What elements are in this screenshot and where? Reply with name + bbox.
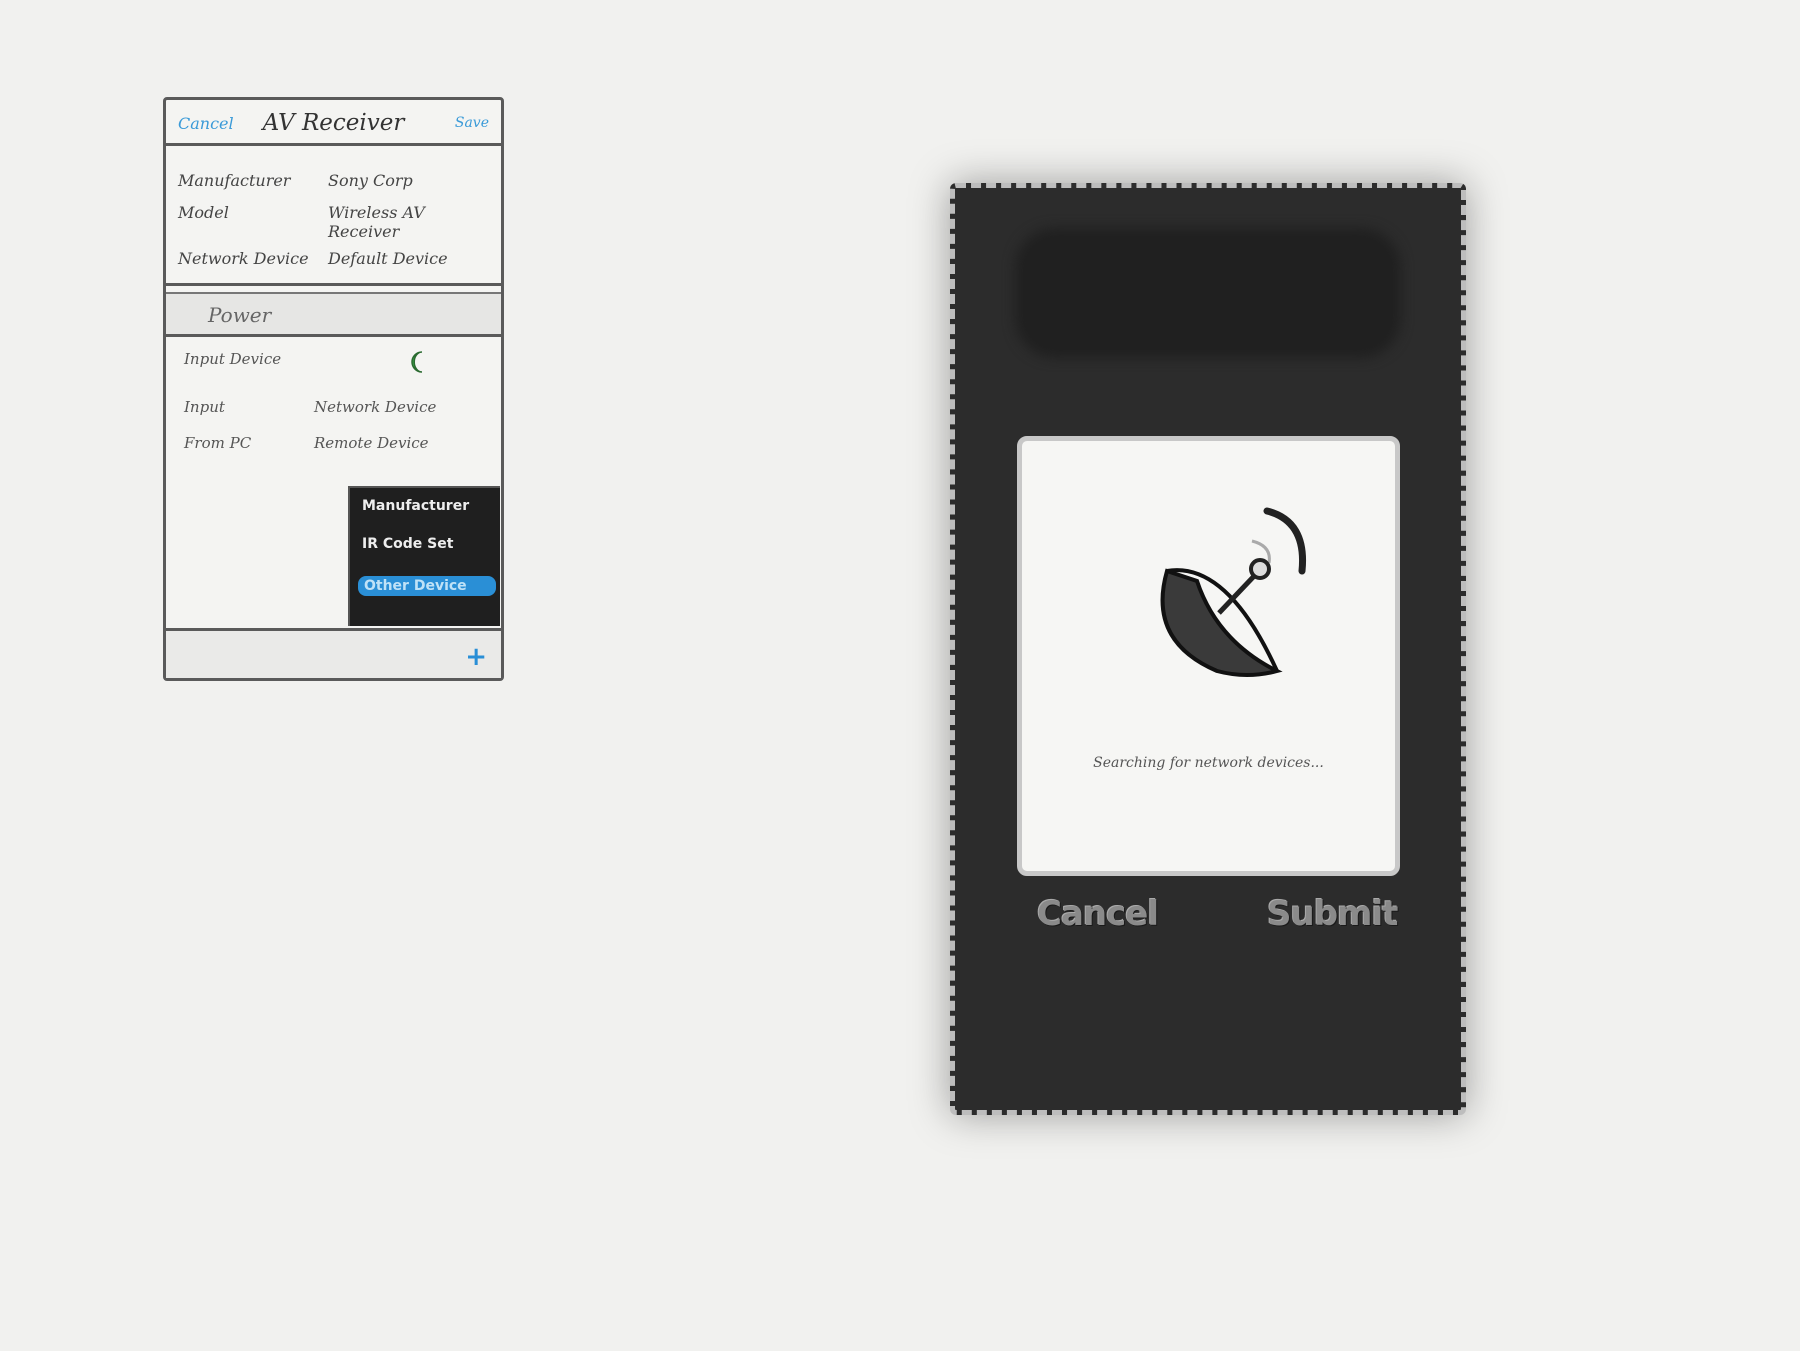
cancel-button[interactable]: Cancel <box>1037 894 1159 934</box>
plus-icon[interactable]: + <box>465 642 487 672</box>
submit-button[interactable]: Submit <box>1267 894 1398 934</box>
info-label: Network Device <box>178 249 309 268</box>
nav-title: AV Receiver <box>262 110 405 136</box>
info-label: Manufacturer <box>178 171 291 190</box>
device-type-popup: Manufacturer IR Code Set Other Device <box>348 486 500 626</box>
popup-option-other-device[interactable]: Other Device <box>358 576 496 596</box>
list-item-label: From PC <box>184 434 252 452</box>
list-item-label: Input <box>184 398 225 416</box>
popup-option-ir-code-set[interactable]: IR Code Set <box>362 536 496 552</box>
info-label: Model <box>178 203 229 222</box>
search-modal: Searching for network devices... <box>1017 436 1400 876</box>
device-info-group: Manufacturer Sony Corp Model Wireless AV… <box>166 149 501 286</box>
nav-save-button[interactable]: Save <box>455 115 489 131</box>
device-search-screen: Searching for network devices... Cancel … <box>950 183 1466 1115</box>
satellite-dish-icon <box>1160 507 1307 677</box>
av-receiver-screen: Cancel AV Receiver Save Manufacturer Son… <box>163 97 504 681</box>
list-item-label: Input Device <box>184 350 282 368</box>
list-item-value: Remote Device <box>314 434 429 452</box>
section-header-power: Power <box>166 292 501 337</box>
nav-bar: Cancel AV Receiver Save <box>166 100 501 146</box>
info-value: Sony Corp <box>328 171 413 190</box>
section-header-label: Power <box>208 303 272 327</box>
power-toggle-icon[interactable] <box>404 348 432 376</box>
info-value: Wireless AV Receiver <box>328 203 425 241</box>
status-bar-shade <box>1015 228 1401 358</box>
info-value: Default Device <box>328 249 448 268</box>
bottom-toolbar: + <box>166 628 501 678</box>
searching-status-text: Searching for network devices... <box>1093 755 1324 771</box>
popup-option-manufacturer[interactable]: Manufacturer <box>362 498 496 514</box>
list-item-value: Network Device <box>314 398 437 416</box>
